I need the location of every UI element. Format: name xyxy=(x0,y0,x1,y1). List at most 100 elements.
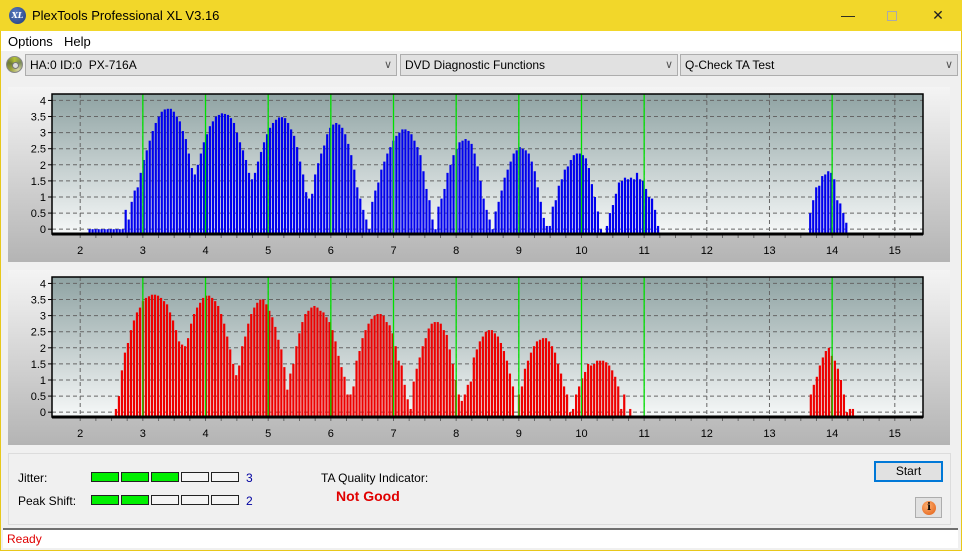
info-button[interactable]: i xyxy=(915,497,942,518)
bar xyxy=(283,367,286,417)
bar xyxy=(139,172,142,234)
bar xyxy=(500,190,503,234)
bar xyxy=(638,179,642,234)
x-tick-label: 15 xyxy=(889,245,901,257)
info-icon: i xyxy=(922,501,936,515)
peak-shift-label: Peak Shift: xyxy=(18,494,77,508)
bar xyxy=(397,360,400,417)
bar xyxy=(311,193,314,234)
meter-segment xyxy=(211,472,239,482)
bar xyxy=(499,342,503,417)
bar xyxy=(374,190,377,234)
bar xyxy=(286,389,289,417)
bar xyxy=(316,307,319,417)
start-button[interactable]: Start xyxy=(874,461,943,482)
close-button[interactable]: ✕ xyxy=(915,0,961,31)
bar xyxy=(238,142,242,234)
bar xyxy=(310,307,313,417)
bar xyxy=(608,365,611,417)
x-tick-label: 5 xyxy=(265,245,271,257)
bar xyxy=(472,357,475,417)
bar xyxy=(129,330,133,417)
bar xyxy=(487,330,490,417)
bar xyxy=(530,161,533,234)
bar xyxy=(379,314,382,417)
bar xyxy=(430,323,433,417)
bar xyxy=(226,336,229,417)
test-select[interactable]: Q-Check TA Test ∨ xyxy=(680,54,958,76)
y-tick-label: 0.5 xyxy=(31,208,46,220)
drive-select[interactable]: HA:0 ID:0 PX-716A ∨ xyxy=(25,54,397,76)
bar xyxy=(845,222,848,234)
bar xyxy=(313,305,316,417)
bar xyxy=(449,164,452,234)
menu-help[interactable]: Help xyxy=(64,34,91,49)
x-tick-label: 4 xyxy=(202,245,208,257)
bar xyxy=(611,370,614,417)
x-tick-label: 7 xyxy=(390,428,396,440)
function-group-select[interactable]: DVD Diagnostic Functions ∨ xyxy=(400,54,678,76)
bar xyxy=(250,314,253,417)
bar xyxy=(174,330,178,417)
bar xyxy=(562,386,566,417)
bar xyxy=(377,182,380,234)
bar xyxy=(217,114,221,234)
menu-options[interactable]: Options xyxy=(8,34,53,49)
bar xyxy=(223,323,226,417)
bar xyxy=(565,394,569,417)
bar xyxy=(553,352,557,417)
bar xyxy=(611,205,615,234)
bar xyxy=(193,174,196,234)
bar xyxy=(578,153,581,234)
bar xyxy=(821,176,824,234)
bar xyxy=(557,185,560,234)
bar xyxy=(229,118,233,234)
bar xyxy=(235,375,238,417)
bar xyxy=(524,150,527,234)
bar xyxy=(332,124,335,234)
bar xyxy=(338,124,341,234)
x-tick-label: 8 xyxy=(453,245,459,257)
y-tick-label: 0 xyxy=(40,407,46,419)
x-tick-label: 4 xyxy=(202,428,208,440)
bar xyxy=(605,362,608,417)
x-tick-label: 13 xyxy=(763,245,775,257)
bar xyxy=(629,177,633,234)
bar xyxy=(424,338,427,417)
bar xyxy=(842,213,845,234)
bar xyxy=(506,169,509,234)
bar xyxy=(362,209,365,234)
bar xyxy=(416,147,419,234)
bar xyxy=(256,161,260,234)
bar xyxy=(512,153,515,234)
bar xyxy=(144,297,148,417)
bar xyxy=(320,153,323,234)
minimize-button[interactable]: — xyxy=(825,0,871,31)
maximize-button[interactable] xyxy=(869,0,915,31)
bar xyxy=(626,179,630,234)
bar xyxy=(386,153,389,234)
bar xyxy=(287,122,290,234)
menu-bar: Options Help xyxy=(1,31,961,51)
x-tick-label: 11 xyxy=(638,428,649,440)
bar xyxy=(211,297,214,417)
bar xyxy=(349,394,352,417)
bar xyxy=(344,134,347,234)
bar xyxy=(515,150,518,234)
bar xyxy=(460,400,463,417)
window-title: PlexTools Professional XL V3.16 xyxy=(32,8,220,23)
bar xyxy=(527,153,530,234)
bar xyxy=(171,320,175,417)
peak-shift-value: 2 xyxy=(246,494,253,508)
bar xyxy=(461,140,464,234)
bar xyxy=(177,341,181,417)
bar xyxy=(821,357,824,417)
bar xyxy=(427,328,430,417)
bar xyxy=(326,134,329,234)
x-tick-label: 3 xyxy=(140,245,146,257)
bar xyxy=(467,140,470,234)
bar xyxy=(235,132,239,234)
bar xyxy=(508,373,512,417)
bar xyxy=(262,142,266,234)
bar xyxy=(437,206,440,234)
